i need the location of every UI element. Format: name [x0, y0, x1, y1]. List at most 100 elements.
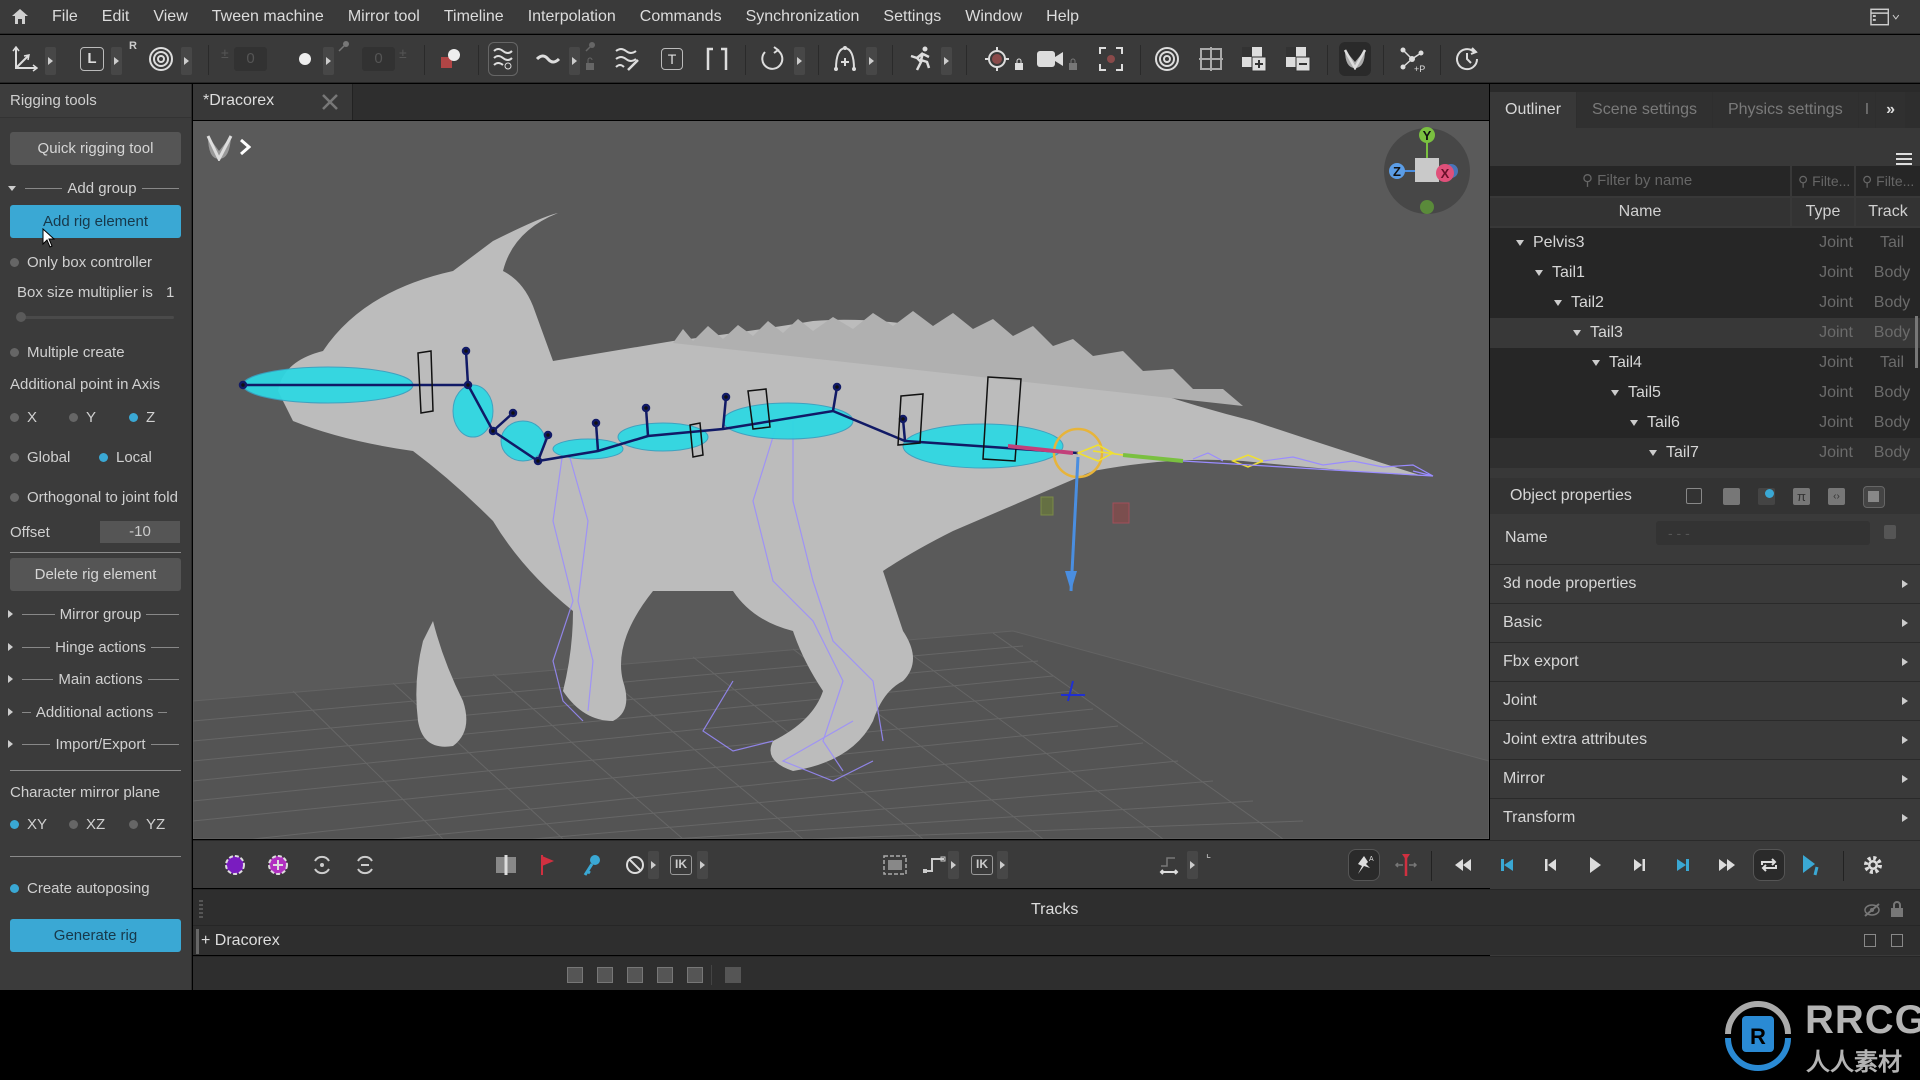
- next-frame-icon[interactable]: [1625, 851, 1653, 879]
- disable-icon[interactable]: [621, 851, 649, 879]
- local-dropdown[interactable]: [111, 47, 122, 75]
- add-rig-element-button[interactable]: Add rig element: [10, 205, 181, 238]
- column-track[interactable]: Track: [1856, 198, 1920, 226]
- hinge-actions-header[interactable]: Hinge actions: [8, 637, 184, 657]
- only-box-controller-toggle[interactable]: Only box controller: [10, 254, 152, 271]
- previous-frame-icon[interactable]: [1537, 851, 1565, 879]
- key-remove-cycle-icon[interactable]: [351, 851, 379, 879]
- target-icon[interactable]: [982, 43, 1012, 75]
- filter-name-input[interactable]: ⚲ Filter by name: [1490, 166, 1790, 196]
- swap-icon[interactable]: [1723, 488, 1740, 505]
- rotate-icon[interactable]: [757, 43, 787, 75]
- pi-icon[interactable]: π: [1793, 488, 1810, 505]
- name-input[interactable]: - - -: [1656, 521, 1870, 545]
- section-mirror[interactable]: Mirror: [1490, 759, 1920, 797]
- right-number-input[interactable]: 0: [362, 47, 395, 71]
- go-to-end-icon[interactable]: [1669, 851, 1697, 879]
- axis-z-radio[interactable]: Z: [129, 409, 155, 426]
- track-checkbox[interactable]: [1864, 934, 1876, 947]
- axis-x-radio[interactable]: X: [10, 409, 37, 426]
- tree-row[interactable]: Pelvis3 Joint Tail: [1490, 228, 1920, 258]
- track-row[interactable]: + Dracorex: [193, 925, 1920, 955]
- tab-outliner[interactable]: Outliner: [1490, 92, 1577, 128]
- spiral-dropdown[interactable]: [181, 47, 192, 75]
- marker-flag-icon[interactable]: [534, 851, 562, 879]
- camera-icon[interactable]: [1034, 43, 1066, 75]
- curve-dropdown[interactable]: [948, 851, 959, 879]
- split-track-icon[interactable]: [725, 967, 741, 983]
- section-transform[interactable]: Transform: [1490, 798, 1920, 836]
- left-number-input[interactable]: 0: [234, 47, 267, 71]
- auto-pin-button[interactable]: A: [1348, 849, 1380, 881]
- filter-track-input[interactable]: ⚲ Filte...: [1856, 166, 1920, 196]
- loop-button[interactable]: [1753, 849, 1785, 881]
- mirror-yz-radio[interactable]: YZ: [129, 816, 165, 833]
- curves-icon[interactable]: [488, 42, 518, 76]
- frame-icon[interactable]: [1096, 43, 1126, 75]
- remove-track-icon[interactable]: [627, 967, 643, 983]
- code-icon[interactable]: ‹›: [1828, 488, 1845, 505]
- multiple-create-toggle[interactable]: Multiple create: [10, 344, 125, 361]
- section-3d-node-properties[interactable]: 3d node properties: [1490, 564, 1920, 602]
- key-all-icon[interactable]: [221, 851, 249, 879]
- menu-synchronization[interactable]: Synchronization: [734, 0, 872, 34]
- 3d-viewport[interactable]: Y Z X: [193, 121, 1489, 839]
- layer-remove-icon[interactable]: [1283, 43, 1313, 75]
- offset-input[interactable]: -10: [100, 521, 180, 543]
- tree-row[interactable]: Tail4 Joint Tail: [1490, 348, 1920, 378]
- menu-window[interactable]: Window: [953, 0, 1034, 34]
- track-frame-icon[interactable]: [657, 967, 673, 983]
- spiral-icon[interactable]: [146, 43, 176, 75]
- mirror-xy-radio[interactable]: XY: [10, 816, 47, 833]
- tab-dracorex[interactable]: *Dracorex: [193, 84, 353, 120]
- run-dropdown[interactable]: [941, 47, 952, 75]
- create-autoposing-toggle[interactable]: Create autoposing: [10, 880, 150, 897]
- section-joint[interactable]: Joint: [1490, 681, 1920, 719]
- section-basic[interactable]: Basic: [1490, 603, 1920, 641]
- home-icon[interactable]: [0, 0, 40, 34]
- play-sound-icon[interactable]: [1798, 851, 1826, 879]
- column-type[interactable]: Type: [1792, 198, 1854, 226]
- global-radio[interactable]: Global: [10, 449, 70, 466]
- grid-icon[interactable]: [1196, 43, 1226, 75]
- dot-icon[interactable]: [295, 43, 315, 75]
- go-to-start-icon[interactable]: [1493, 851, 1521, 879]
- copy-icon[interactable]: [1884, 525, 1896, 539]
- play-icon[interactable]: [1581, 851, 1609, 879]
- menu-settings[interactable]: Settings: [871, 0, 953, 34]
- nodes-icon[interactable]: +P: [1396, 43, 1428, 75]
- quick-rigging-tool-button[interactable]: Quick rigging tool: [10, 132, 181, 165]
- track-checkbox[interactable]: [1891, 934, 1903, 947]
- playhead-split-icon[interactable]: [492, 851, 520, 879]
- box-size-slider[interactable]: [16, 312, 174, 322]
- curve-move-dropdown[interactable]: [1187, 851, 1198, 879]
- mirror-xz-radio[interactable]: XZ: [69, 816, 105, 833]
- menu-help[interactable]: Help: [1034, 0, 1091, 34]
- additional-actions-header[interactable]: Additional actions: [8, 702, 184, 722]
- rewind-icon[interactable]: [1449, 851, 1477, 879]
- tabs-overflow-button[interactable]: »: [1876, 92, 1906, 128]
- local-space-icon[interactable]: L: [78, 43, 106, 75]
- section-joint-extra-attributes[interactable]: Joint extra attributes: [1490, 720, 1920, 758]
- app-logo-icon[interactable]: [1339, 42, 1371, 76]
- dot-dropdown[interactable]: [323, 47, 334, 75]
- tree-row[interactable]: Tail6 Joint Body: [1490, 408, 1920, 438]
- step-curve-icon[interactable]: [920, 851, 948, 879]
- tab-scene-settings[interactable]: Scene settings: [1577, 92, 1712, 128]
- tree-row[interactable]: Tail5 Joint Body: [1490, 378, 1920, 408]
- menu-view[interactable]: View: [141, 0, 199, 34]
- disable-dropdown[interactable]: [648, 851, 659, 879]
- menu-mirror-tool[interactable]: Mirror tool: [336, 0, 432, 34]
- drag-handle[interactable]: [199, 900, 203, 920]
- orthogonal-toggle[interactable]: Orthogonal to joint fold: [10, 489, 178, 506]
- track-name[interactable]: + Dracorex: [201, 932, 280, 950]
- add-folder-icon[interactable]: [567, 967, 583, 983]
- visibility-off-icon[interactable]: [1863, 902, 1881, 918]
- list-icon[interactable]: [1863, 486, 1885, 508]
- curve-move-icon[interactable]: [1155, 851, 1183, 879]
- outliner-scrollbar[interactable]: [1915, 316, 1918, 368]
- add-group-header[interactable]: Add group: [8, 178, 184, 198]
- axis-y-radio[interactable]: Y: [69, 409, 96, 426]
- shapes-icon[interactable]: [438, 43, 464, 75]
- tree-row[interactable]: Tail1 Joint Body: [1490, 258, 1920, 288]
